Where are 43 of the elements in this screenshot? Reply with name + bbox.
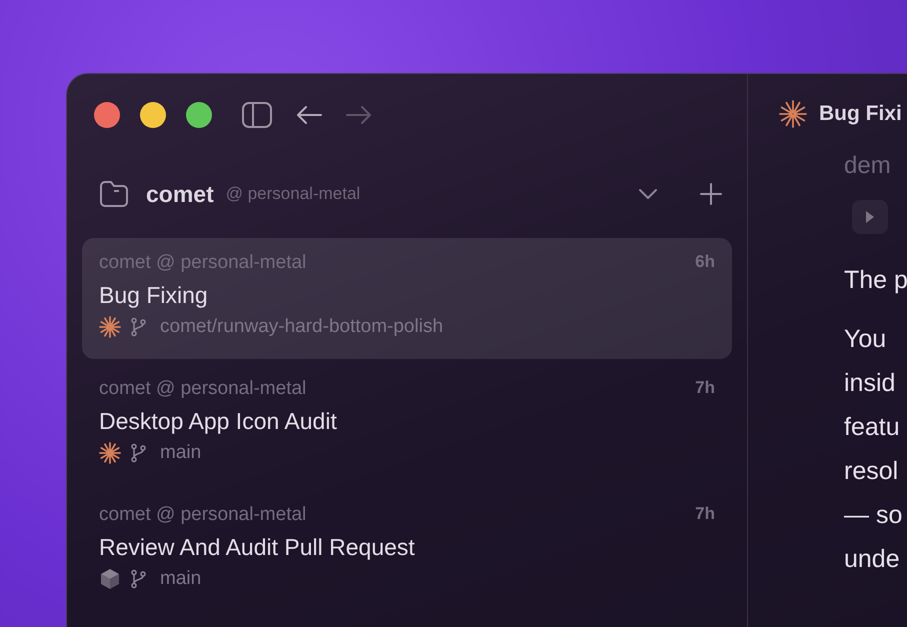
branch-name: comet/runway-hard-bottom-polish <box>160 316 444 338</box>
subtitle-text: dem <box>844 152 892 180</box>
zoom-button[interactable] <box>186 102 212 128</box>
thread-time: 7h <box>695 378 715 399</box>
expand-button[interactable] <box>852 200 888 234</box>
spark-icon <box>779 100 807 128</box>
thread-time: 6h <box>695 252 715 273</box>
thread-title: Bug Fixing <box>99 282 209 309</box>
minimize-button[interactable] <box>140 102 166 128</box>
cube-icon <box>99 568 121 590</box>
branch-icon <box>130 569 147 589</box>
thread-location: comet @ personal-metal <box>99 504 306 526</box>
play-icon <box>866 211 874 223</box>
thread-item[interactable]: comet @ personal-metal 7h Desktop App Icon Audit main <box>82 364 732 485</box>
thread-item[interactable]: comet @ personal-metal 6h Bug Fixing comet/runway-hard-bottom-polish <box>82 238 732 359</box>
sidebar-toggle-icon[interactable] <box>242 102 272 128</box>
spark-icon <box>99 316 121 338</box>
paragraph-line: You <box>844 324 888 355</box>
branch-name: main <box>160 568 202 590</box>
branch-icon <box>130 317 147 337</box>
branch-name: main <box>160 442 202 464</box>
thread-title: Review And Audit Pull Request <box>99 534 416 561</box>
paragraph-line: insid <box>844 368 896 399</box>
folder-icon <box>99 180 129 208</box>
spark-icon <box>99 442 121 464</box>
thread-title: Desktop App Icon Audit <box>99 408 338 435</box>
paragraph-line: — so <box>844 500 904 531</box>
thread-location: comet @ personal-metal <box>99 378 306 400</box>
paragraph-line: featu <box>844 412 901 443</box>
thread-item[interactable]: comet @ personal-metal 7h Review And Audit Pull Request main <box>82 490 732 611</box>
thread-location: comet @ personal-metal <box>99 252 306 274</box>
chevron-down-icon[interactable] <box>638 188 658 200</box>
conversation-title: Bug Fixi <box>819 102 902 126</box>
thread-time: 7h <box>695 504 715 525</box>
back-arrow-icon[interactable] <box>296 105 322 125</box>
paragraph-line: unde <box>844 544 901 575</box>
plus-icon[interactable] <box>700 183 722 205</box>
close-button[interactable] <box>94 102 120 128</box>
workspace-label: @ personal-metal <box>226 184 360 204</box>
paragraph-text: The p <box>844 266 907 295</box>
paragraph-line: resol <box>844 456 900 487</box>
branch-icon <box>130 443 147 463</box>
project-name: comet <box>146 180 214 208</box>
